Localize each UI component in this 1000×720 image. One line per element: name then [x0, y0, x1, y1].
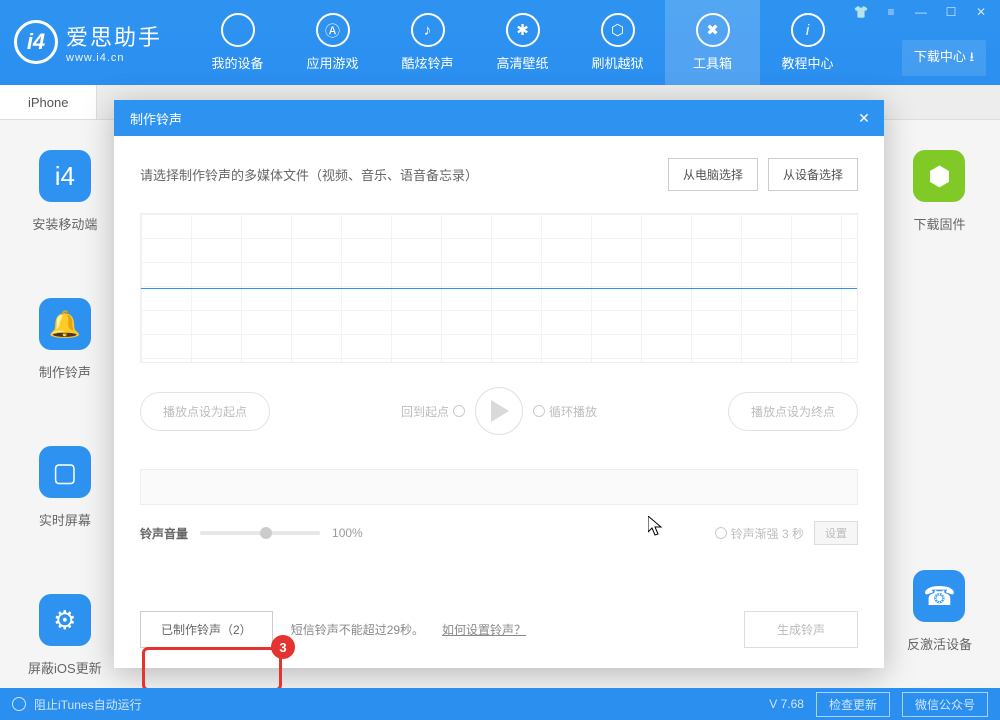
apple-icon [221, 13, 255, 47]
window-controls: 👕 ≡ — ☐ ✕ [846, 2, 996, 22]
nav-ringtones[interactable]: ♪酷炫铃声 [380, 0, 475, 85]
cube-icon: ⬢ [913, 150, 965, 202]
volume-label: 铃声音量 [140, 525, 188, 542]
flower-icon: ✱ [506, 13, 540, 47]
info-icon: i [791, 13, 825, 47]
screen-icon: ▢ [39, 446, 91, 498]
status-bar: 阻止iTunes自动运行 V 7.68 检查更新 微信公众号 [0, 688, 1000, 720]
bell-icon: ♪ [411, 13, 445, 47]
logo-icon: i4 [14, 20, 58, 64]
skin-icon[interactable]: 👕 [846, 2, 876, 22]
dialog-close-icon[interactable]: ✕ [854, 108, 874, 128]
maximize-icon[interactable]: ☐ [936, 2, 966, 22]
step-badge: 3 [271, 635, 295, 659]
logo-title: 爱思助手 [66, 20, 162, 52]
select-file-prompt: 请选择制作铃声的多媒体文件（视频、音乐、语音备忘录） [140, 165, 478, 184]
box-icon: ⬡ [601, 13, 635, 47]
tools-icon: ✖ [696, 13, 730, 47]
minimize-icon[interactable]: — [906, 2, 936, 22]
bell-icon: 🔔 [39, 298, 91, 350]
version-label: V 7.68 [769, 697, 804, 711]
nav-apps[interactable]: Ⓐ应用游戏 [285, 0, 380, 85]
gear-icon: ⚙ [39, 594, 91, 646]
logo-url: www.i4.cn [66, 52, 162, 64]
fade-settings-button[interactable]: 设置 [814, 521, 858, 545]
close-icon[interactable]: ✕ [966, 2, 996, 22]
set-start-button[interactable]: 播放点设为起点 [140, 392, 270, 431]
nav-wallpapers[interactable]: ✱高清壁纸 [475, 0, 570, 85]
fade-in-option[interactable]: 铃声渐强 3 秒 [715, 525, 804, 542]
choose-from-pc-button[interactable]: 从电脑选择 [668, 158, 758, 191]
tile-block-update[interactable]: ⚙屏蔽iOS更新 [28, 594, 102, 677]
set-end-button[interactable]: 播放点设为终点 [728, 392, 858, 431]
menu-icon[interactable]: ≡ [876, 2, 906, 22]
howto-link[interactable]: 如何设置铃声？ [442, 621, 526, 638]
nav-tutorials[interactable]: i教程中心 [760, 0, 855, 85]
app-logo: i4 爱思助手 www.i4.cn [0, 0, 176, 64]
made-ringtones-button[interactable]: 已制作铃声（2） [140, 611, 273, 648]
wechat-button[interactable]: 微信公众号 [902, 692, 988, 717]
nav-jailbreak[interactable]: ⬡刷机越狱 [570, 0, 665, 85]
generate-ringtone-button[interactable]: 生成铃声 [744, 611, 858, 648]
loop-option[interactable]: 循环播放 [533, 403, 597, 420]
status-indicator-icon [12, 697, 26, 711]
volume-value: 100% [332, 526, 363, 540]
tile-install-mobile[interactable]: i4安装移动端 [32, 150, 97, 233]
back-to-start-option[interactable]: 回到起点 [401, 403, 465, 420]
phone-icon: ☎ [913, 570, 965, 622]
make-ringtone-dialog: 制作铃声 ✕ 请选择制作铃声的多媒体文件（视频、音乐、语音备忘录） 从电脑选择 … [114, 100, 884, 668]
app-header: i4 爱思助手 www.i4.cn 我的设备 Ⓐ应用游戏 ♪酷炫铃声 ✱高清壁纸… [0, 0, 1000, 85]
nav-my-device[interactable]: 我的设备 [190, 0, 285, 85]
volume-slider[interactable] [200, 531, 320, 535]
choose-from-device-button[interactable]: 从设备选择 [768, 158, 858, 191]
tile-make-ringtone[interactable]: 🔔制作铃声 [39, 298, 91, 381]
play-button[interactable] [475, 387, 523, 435]
tile-realtime-screen[interactable]: ▢实时屏幕 [39, 446, 91, 529]
download-center-button[interactable]: 下载中心 ⭳ [902, 40, 986, 76]
dialog-titlebar: 制作铃声 ✕ [114, 100, 884, 136]
ringtone-name-input[interactable] [140, 469, 858, 505]
apps-icon: Ⓐ [316, 13, 350, 47]
dialog-title: 制作铃声 [130, 109, 182, 128]
i4-icon: i4 [39, 150, 91, 202]
nav-toolbox[interactable]: ✖工具箱 [665, 0, 760, 85]
tile-deactivate[interactable]: ☎反激活设备 [907, 570, 972, 653]
sms-limit-text: 短信铃声不能超过29秒。 [291, 621, 424, 638]
tile-download-firmware[interactable]: ⬢下载固件 [913, 150, 965, 233]
block-itunes-toggle[interactable]: 阻止iTunes自动运行 [34, 696, 142, 713]
waveform-area[interactable] [140, 213, 858, 363]
tab-iphone[interactable]: iPhone [0, 85, 97, 119]
check-update-button[interactable]: 检查更新 [816, 692, 890, 717]
